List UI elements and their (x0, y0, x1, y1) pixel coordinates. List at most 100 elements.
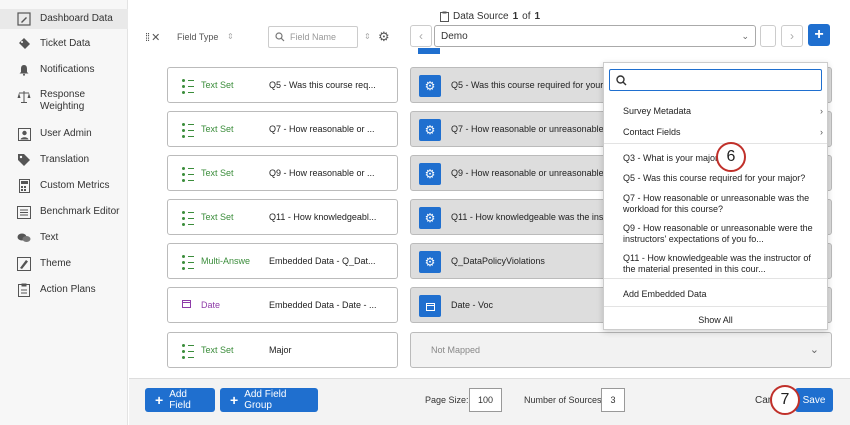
field-type: Multi-Answe (201, 256, 251, 266)
prev-source-button[interactable]: ‹ (410, 25, 432, 47)
paintbrush-icon (16, 256, 32, 272)
data-source-label: Data Source 1 of 1 (440, 11, 540, 22)
page-size-input[interactable]: 100 (469, 388, 502, 412)
sidebar-item-user-admin[interactable]: User Admin (0, 125, 128, 143)
button-label: Add Field (169, 389, 191, 411)
tag-icon (16, 152, 32, 168)
add-source-button[interactable]: + (808, 24, 830, 46)
sort-icon[interactable]: ⇕ (364, 32, 371, 41)
list-icon (182, 123, 194, 138)
field-row[interactable]: Text Set Q11 - How knowledgeabl... (167, 199, 398, 235)
dropdown-item[interactable]: Q5 - Was this course required for your m… (623, 173, 819, 184)
sidebar-item-translation[interactable]: Translation (0, 151, 128, 169)
search-icon (275, 32, 285, 42)
field-row[interactable]: Text Set Q9 - How reasonable or ... (167, 155, 398, 191)
data-source-select[interactable]: Demo ⌄ (434, 25, 756, 47)
data-source-current: 1 (512, 11, 519, 22)
mapping-value: Q11 - How knowledgeable was the instruc (451, 212, 619, 222)
button-label: Add Field Group (244, 389, 287, 411)
field-name-placeholder: Field Name (290, 32, 337, 42)
mapping-value: Date - Voc (451, 300, 494, 310)
field-type-header[interactable]: Field Type (177, 32, 218, 42)
sidebar-item-label: Text (40, 232, 59, 243)
mapping-value: Q7 - How reasonable or unreasonable was (451, 124, 623, 134)
sidebar-item-label: Dashboard Data (40, 13, 113, 24)
sidebar-item-response-weighting[interactable]: Response Weighting (0, 89, 128, 115)
sidebar-item-dashboard-data[interactable]: Dashboard Data (0, 9, 128, 29)
chevron-down-icon: ⌄ (809, 344, 819, 356)
dropdown-item[interactable]: Q11 - How knowledgeable was the instruct… (623, 253, 819, 275)
chevron-right-icon: › (820, 106, 823, 116)
sidebar-item-benchmark-editor[interactable]: Benchmark Editor (0, 203, 128, 221)
list-icon (182, 79, 194, 94)
field-row[interactable]: Multi-Answe Embedded Data - Q_Dat... (167, 243, 398, 279)
add-field-button[interactable]: + Add Field (145, 388, 215, 412)
mapping-value: Q9 - How reasonable or unreasonable were (451, 168, 626, 178)
sidebar-item-label: Notifications (40, 64, 95, 75)
mapping-row[interactable]: Not Mapped ⌄ (410, 332, 832, 368)
sidebar-item-theme[interactable]: Theme (0, 255, 128, 273)
field-type: Text Set (201, 80, 234, 90)
field-name-search-input[interactable]: Field Name (268, 26, 358, 48)
gear-icon[interactable]: ⚙ (419, 163, 441, 185)
plus-icon: + (230, 392, 239, 408)
field-row[interactable]: Text Set Q7 - How reasonable or ... (167, 111, 398, 147)
dropdown-search-input[interactable] (609, 69, 822, 91)
field-row[interactable]: Text Set Major (167, 332, 398, 368)
dropdown-section-contact-fields[interactable]: Contact Fields › (623, 127, 823, 137)
mapping-value: Not Mapped (431, 345, 481, 355)
gear-icon[interactable]: ⚙ (419, 75, 441, 97)
sidebar: Dashboard Data Ticket Data Notifications… (0, 0, 128, 425)
list-icon (182, 167, 194, 182)
chevron-right-icon: › (790, 29, 794, 43)
list-icon (182, 255, 194, 270)
data-source-value: Demo (441, 30, 468, 42)
field-type: Date (201, 300, 221, 310)
plus-icon: + (814, 26, 824, 43)
gear-icon[interactable]: ⚙ (419, 119, 441, 141)
sidebar-item-notifications[interactable]: Notifications (0, 61, 128, 79)
field-name: Major (269, 345, 292, 355)
next-source-button[interactable]: › (781, 25, 803, 47)
clipboard-icon (16, 282, 32, 298)
sidebar-item-label: Benchmark Editor (40, 206, 120, 217)
mapping-value: Q_DataPolicyViolations (451, 256, 545, 266)
calendar-icon[interactable] (419, 295, 441, 317)
sidebar-item-label: Theme (40, 258, 72, 269)
field-row[interactable]: Text Set Q5 - Was this course req... (167, 67, 398, 103)
show-all-link[interactable]: Show All (604, 315, 827, 325)
sidebar-item-ticket-data[interactable]: Ticket Data (0, 35, 128, 53)
source-options-button[interactable] (760, 25, 776, 47)
gear-icon[interactable]: ⚙ (419, 207, 441, 229)
dropdown-section-survey-metadata[interactable]: Survey Metadata › (623, 106, 823, 116)
save-button[interactable]: Save (795, 388, 833, 412)
dropdown-item[interactable]: Q9 - How reasonable or unreasonable were… (623, 223, 819, 245)
dropdown-item[interactable]: Q7 - How reasonable or unreasonable was … (623, 193, 819, 215)
sidebar-item-custom-metrics[interactable]: Custom Metrics (0, 177, 128, 195)
clipboard-icon (440, 11, 449, 22)
mapping-value: Q5 - Was this course required for your m… (451, 80, 619, 90)
chevron-left-icon: ‹ (419, 29, 423, 43)
field-name: Embedded Data - Q_Dat... (269, 256, 376, 266)
chat-icon (16, 230, 32, 246)
button-label: Save (802, 394, 826, 406)
gear-button-partial[interactable] (418, 48, 440, 54)
gear-icon[interactable]: ⚙ (378, 29, 390, 45)
num-sources-input[interactable]: 3 (601, 388, 625, 412)
scale-icon (16, 89, 32, 105)
divider (604, 143, 827, 144)
sidebar-item-text[interactable]: Text (0, 229, 128, 247)
drag-handle-icon[interactable]: ⁞⁞ ✕ (145, 31, 160, 44)
add-embedded-data-item[interactable]: Add Embedded Data (623, 289, 819, 300)
field-row[interactable]: Date Embedded Data - Date - ... (167, 287, 398, 323)
divider (604, 278, 827, 279)
calculator-icon (16, 178, 32, 194)
pencil-icon (16, 11, 32, 27)
gear-icon[interactable]: ⚙ (419, 251, 441, 273)
chevron-right-icon: › (820, 127, 823, 137)
add-field-group-button[interactable]: + Add Field Group (220, 388, 318, 412)
sidebar-item-action-plans[interactable]: Action Plans (0, 281, 128, 299)
sort-icon[interactable]: ⇕ (227, 32, 234, 41)
list-icon (182, 344, 194, 359)
list-icon (182, 211, 194, 226)
